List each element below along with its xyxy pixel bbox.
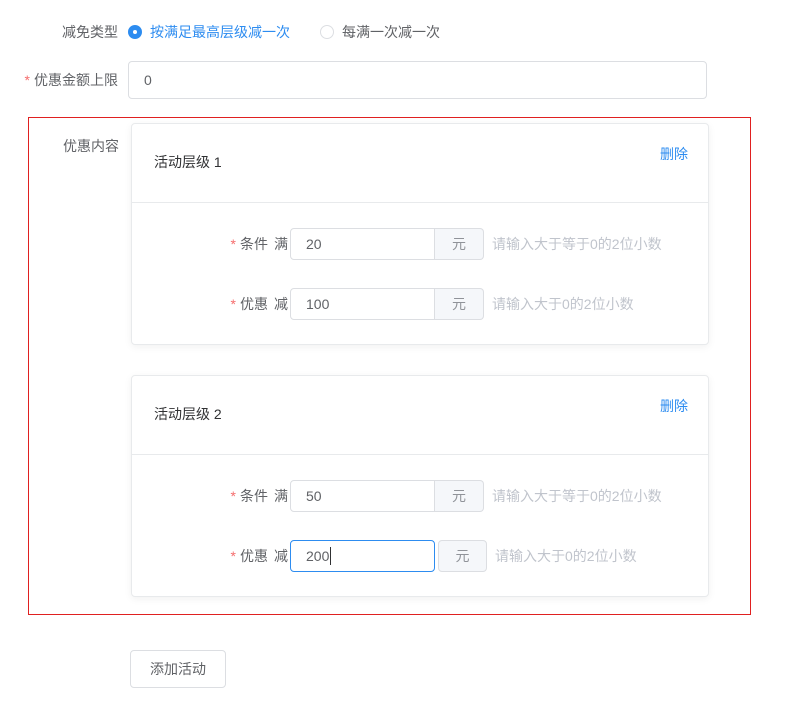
field-label: *优惠 — [132, 546, 268, 566]
unit-suffix: 元 — [435, 228, 484, 260]
input-hint: 请输入大于0的2位小数 — [492, 294, 634, 314]
tier-list: 活动层级 1 删除 *条件 满 元 请输入大于等于0的2位小数 *优惠 减 元 … — [131, 123, 709, 597]
amount-input-group: 元 — [290, 288, 484, 320]
radio-icon — [128, 25, 142, 39]
radio-icon — [320, 25, 334, 39]
tier-card-body: *条件 满 元 请输入大于等于0的2位小数 *优惠 减 元 请输入大于0的2位小… — [132, 455, 708, 596]
field-word: 满 — [274, 234, 288, 254]
amount-input[interactable] — [290, 288, 435, 320]
discount-cap-row: *优惠金额上限 — [0, 61, 812, 99]
delete-tier-link[interactable]: 删除 — [660, 396, 688, 416]
discount-cap-input[interactable] — [128, 61, 707, 99]
radio-option-every-time[interactable]: 每满一次减一次 — [320, 22, 440, 42]
amount-input[interactable] — [290, 228, 435, 260]
discount-cap-label-text: 优惠金额上限 — [34, 72, 118, 88]
tier-title: 活动层级 2 — [154, 406, 222, 422]
radio-option-label: 按满足最高层级减一次 — [150, 22, 290, 42]
amount-input-group: 元 — [290, 228, 484, 260]
field-word: 减 — [274, 546, 288, 566]
field-word: 满 — [274, 486, 288, 506]
input-hint: 请输入大于等于0的2位小数 — [492, 234, 662, 254]
amount-input-group: 元 — [290, 480, 484, 512]
amount-input-wrap — [290, 480, 435, 512]
discount-content-box: 优惠内容 活动层级 1 删除 *条件 满 元 请输入大于等于0的2位小数 *优惠… — [28, 117, 751, 615]
required-asterisk: * — [231, 488, 236, 504]
tier-card: 活动层级 1 删除 *条件 满 元 请输入大于等于0的2位小数 *优惠 减 元 … — [131, 123, 709, 345]
radio-option-label: 每满一次减一次 — [342, 22, 440, 42]
unit-suffix: 元 — [438, 540, 487, 572]
delete-tier-link[interactable]: 删除 — [660, 144, 688, 164]
promotion-form: 减免类型 按满足最高层级减一次 每满一次减一次 *优惠金额上限 优惠内容 活动层… — [0, 0, 812, 703]
amount-input-group: 元 — [290, 540, 487, 572]
input-hint: 请输入大于等于0的2位小数 — [492, 486, 662, 506]
tier-card: 活动层级 2 删除 *条件 满 元 请输入大于等于0的2位小数 *优惠 减 元 … — [131, 375, 709, 597]
amount-input[interactable] — [290, 480, 435, 512]
field-label: *条件 — [132, 234, 268, 254]
unit-suffix: 元 — [435, 288, 484, 320]
amount-input-wrap — [290, 540, 435, 572]
text-cursor — [330, 547, 331, 565]
tier-card-body: *条件 满 元 请输入大于等于0的2位小数 *优惠 减 元 请输入大于0的2位小… — [132, 203, 708, 344]
field-label: *优惠 — [132, 294, 268, 314]
tier-title: 活动层级 1 — [154, 154, 222, 170]
reduction-type-row: 减免类型 按满足最高层级减一次 每满一次减一次 — [0, 22, 812, 42]
reduction-type-radio-group: 按满足最高层级减一次 每满一次减一次 — [128, 22, 440, 42]
amount-input[interactable] — [290, 540, 435, 572]
unit-suffix: 元 — [435, 480, 484, 512]
required-asterisk: * — [25, 72, 30, 88]
add-activity-button[interactable]: 添加活动 — [130, 650, 226, 688]
required-asterisk: * — [231, 236, 236, 252]
tier-field-row: *优惠 减 元 请输入大于0的2位小数 — [132, 288, 708, 320]
input-hint: 请输入大于0的2位小数 — [495, 546, 637, 566]
tier-field-row: *优惠 减 元 请输入大于0的2位小数 — [132, 540, 708, 572]
field-label-text: 优惠 — [240, 296, 268, 312]
amount-input-wrap — [290, 228, 435, 260]
field-label: *条件 — [132, 486, 268, 506]
tier-field-row: *条件 满 元 请输入大于等于0的2位小数 — [132, 228, 708, 260]
radio-option-highest-tier[interactable]: 按满足最高层级减一次 — [128, 22, 290, 42]
required-asterisk: * — [231, 548, 236, 564]
field-label-text: 优惠 — [240, 548, 268, 564]
field-label-text: 条件 — [240, 236, 268, 252]
discount-content-label: 优惠内容 — [29, 123, 119, 156]
field-label-text: 条件 — [240, 488, 268, 504]
amount-input-wrap — [290, 288, 435, 320]
tier-card-header: 活动层级 1 删除 — [132, 124, 708, 203]
tier-card-header: 活动层级 2 删除 — [132, 376, 708, 455]
required-asterisk: * — [231, 296, 236, 312]
discount-cap-label: *优惠金额上限 — [0, 70, 118, 90]
tier-field-row: *条件 满 元 请输入大于等于0的2位小数 — [132, 480, 708, 512]
reduction-type-label: 减免类型 — [0, 22, 118, 42]
field-word: 减 — [274, 294, 288, 314]
